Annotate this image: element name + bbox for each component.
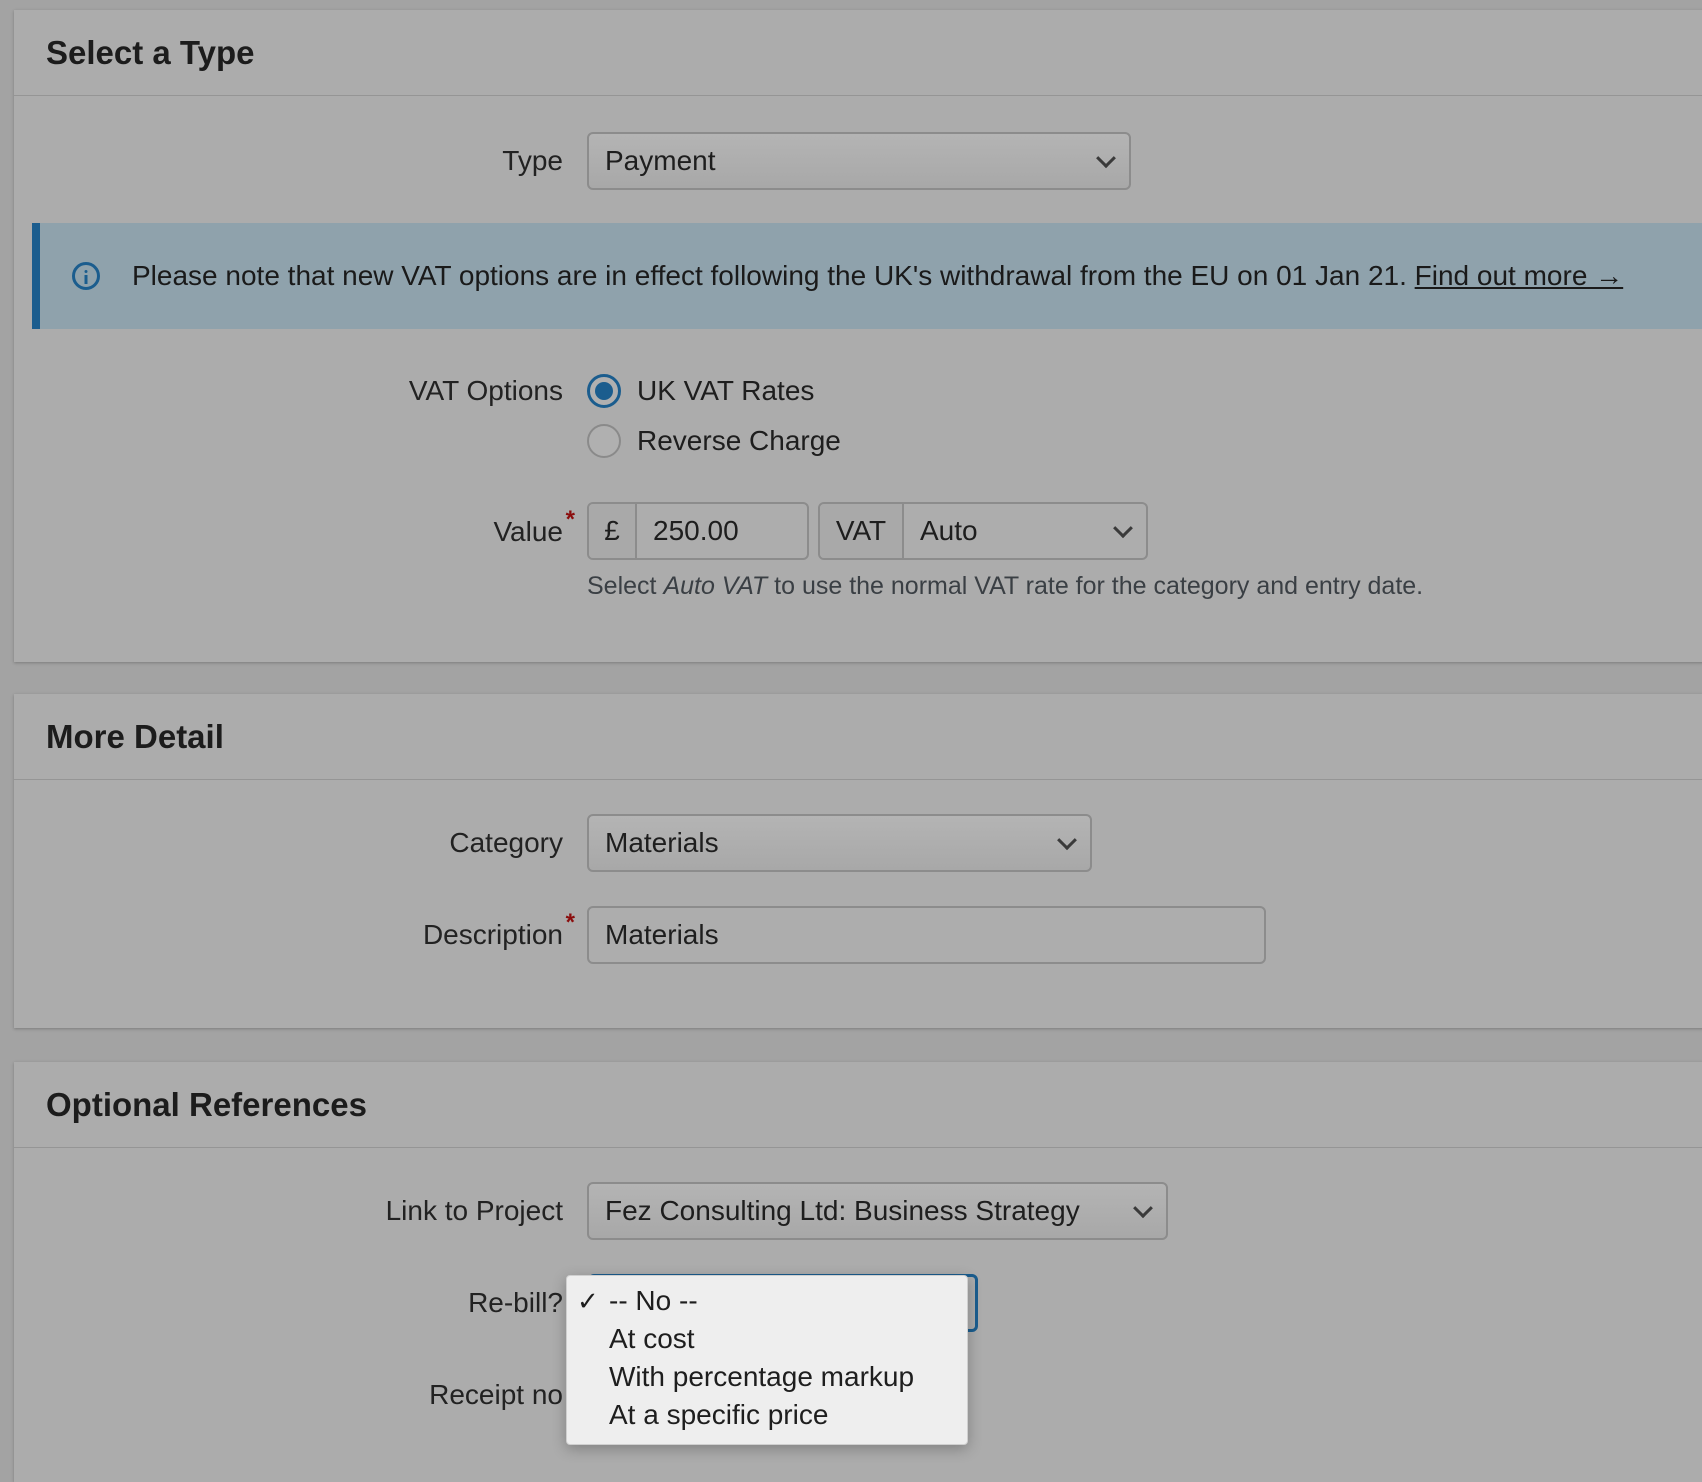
notice-message: Please note that new VAT options are in … — [132, 260, 1407, 291]
description-label-text: Description — [422, 919, 563, 950]
help-emphasis: Auto VAT — [663, 572, 768, 600]
type-label: Type — [502, 145, 563, 176]
section-title: Select a Type — [46, 33, 255, 71]
vat-select[interactable]: Auto — [904, 504, 1146, 558]
select-type-panel: Select a Type — [14, 10, 1702, 662]
info-icon — [72, 262, 100, 290]
notice-text: Please note that new VAT options are in … — [132, 260, 1623, 292]
vat-option-reverse-charge[interactable]: Reverse Charge — [587, 424, 841, 458]
chevron-down-icon — [1057, 830, 1077, 851]
section-title: Optional References — [46, 1085, 367, 1123]
rebill-option-no[interactable]: ✓ -- No -- — [567, 1282, 967, 1320]
vat-option-label: UK VAT Rates — [637, 375, 815, 406]
vat-option-label: Reverse Charge — [637, 425, 841, 456]
vat-option-uk-rates[interactable]: UK VAT Rates — [587, 374, 814, 408]
project-select-value: Fez Consulting Ltd: Business Strategy — [605, 1195, 1080, 1226]
required-marker: * — [565, 506, 575, 533]
receipt-no-label: Receipt no — [429, 1379, 563, 1410]
rebill-option-percentage-markup[interactable]: With percentage markup — [567, 1358, 967, 1396]
option-label: -- No -- — [609, 1285, 698, 1316]
option-label: At cost — [609, 1323, 695, 1354]
optional-references-header: Optional References — [14, 1062, 1702, 1148]
description-input[interactable]: Materials — [587, 906, 1266, 964]
link-to-project-label: Link to Project — [385, 1195, 563, 1226]
type-select-value: Payment — [605, 145, 716, 176]
rebill-option-at-cost[interactable]: At cost — [567, 1320, 967, 1358]
vat-help-text: Select Auto VAT to use the normal VAT ra… — [587, 572, 1423, 601]
description-value: Materials — [605, 919, 719, 950]
category-select[interactable]: Materials — [587, 814, 1092, 872]
vat-options-label: VAT Options — [408, 375, 563, 406]
value-label-text: Value — [493, 516, 563, 547]
more-detail-header: More Detail — [14, 694, 1702, 780]
currency-addon: £ — [589, 504, 637, 558]
required-marker: * — [565, 909, 575, 936]
find-out-more-link[interactable]: Find out more → — [1415, 260, 1624, 291]
project-select[interactable]: Fez Consulting Ltd: Business Strategy — [587, 1182, 1168, 1240]
rebill-label: Re-bill? — [468, 1287, 563, 1318]
vat-notice: Please note that new VAT options are in … — [32, 223, 1702, 329]
section-title: More Detail — [46, 717, 224, 755]
vat-addon: VAT — [820, 504, 904, 558]
radio-unchecked-icon[interactable] — [587, 424, 621, 458]
vat-select-group: VAT Auto — [818, 502, 1148, 560]
option-label: At a specific price — [609, 1399, 829, 1430]
help-prefix: Select — [587, 572, 664, 600]
rebill-dropdown-menu: ✓ -- No -- At cost With percentage marku… — [566, 1275, 968, 1445]
vat-select-value: Auto — [920, 515, 978, 546]
checkmark-icon: ✓ — [577, 1285, 599, 1316]
chevron-down-icon — [1133, 1198, 1153, 1219]
category-select-value: Materials — [605, 827, 719, 858]
radio-checked-icon[interactable] — [587, 374, 621, 408]
option-label: With percentage markup — [609, 1361, 915, 1392]
rebill-option-specific-price[interactable]: At a specific price — [567, 1396, 967, 1434]
chevron-down-icon — [1113, 518, 1133, 539]
chevron-down-icon — [1096, 148, 1116, 169]
value-input[interactable]: 250.00 — [637, 504, 807, 558]
select-type-header: Select a Type — [14, 10, 1702, 96]
description-label: Description * — [422, 909, 575, 951]
value-label: Value * — [493, 506, 575, 548]
type-select[interactable]: Payment — [587, 132, 1131, 190]
category-label: Category — [449, 827, 563, 858]
help-suffix: to use the normal VAT rate for the categ… — [767, 572, 1424, 600]
value-input-group: £ 250.00 — [587, 502, 809, 560]
